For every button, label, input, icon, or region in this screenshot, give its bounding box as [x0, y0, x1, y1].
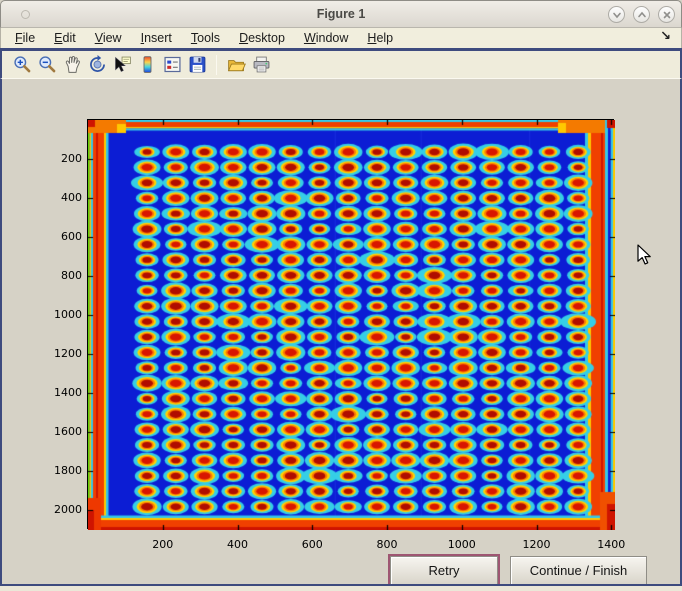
plot-axes[interactable]	[87, 119, 614, 529]
zoom-out-icon	[37, 54, 58, 75]
menu-desktop[interactable]: Desktop	[239, 31, 285, 45]
menu-help[interactable]: Help	[367, 31, 393, 45]
close-icon	[661, 9, 673, 21]
colorbar-icon	[137, 54, 158, 75]
menu-window[interactable]: Window	[304, 31, 348, 45]
data-cursor-icon	[112, 54, 133, 75]
y-tick-label: 1600	[46, 425, 82, 438]
save-figure-button[interactable]	[185, 53, 210, 77]
x-tick-label: 800	[367, 538, 407, 551]
open-file-button[interactable]	[224, 53, 249, 77]
figure-canvas: 200 400 600 800 1000 1200 1400 200 400 600 800 1000…	[0, 79, 682, 584]
print-figure-button[interactable]	[249, 53, 274, 77]
figure-window: Figure 1 File Edit View Insert	[0, 0, 682, 591]
data-cursor-button[interactable]	[110, 53, 135, 77]
menu-file[interactable]: File	[15, 31, 35, 45]
close-button[interactable]	[658, 6, 675, 23]
chevron-down-icon	[611, 9, 623, 21]
y-tick-label: 400	[46, 191, 82, 204]
menu-tools[interactable]: Tools	[191, 31, 220, 45]
zoom-in-button[interactable]	[10, 53, 35, 77]
menu-view[interactable]: View	[95, 31, 122, 45]
titlebar[interactable]: Figure 1	[0, 0, 682, 28]
dock-figure-icon[interactable]: ↘	[660, 29, 671, 44]
x-tick-label: 200	[143, 538, 183, 551]
y-tick-label: 800	[46, 269, 82, 282]
heatmap-image[interactable]	[88, 120, 615, 530]
x-tick-label: 1200	[517, 538, 557, 551]
toolbar-separator	[216, 55, 217, 75]
mouse-cursor	[637, 244, 651, 265]
menubar: File Edit View Insert Tools Desktop Wind…	[0, 28, 682, 48]
window-bottom-strip	[0, 586, 682, 591]
x-tick-label: 1400	[591, 538, 631, 551]
y-tick-label: 1400	[46, 386, 82, 399]
toolbar	[0, 51, 682, 79]
menu-edit[interactable]: Edit	[54, 31, 76, 45]
open-folder-icon	[226, 54, 247, 75]
y-tick-label: 1200	[46, 347, 82, 360]
pan-button[interactable]	[60, 53, 85, 77]
pan-hand-icon	[62, 54, 83, 75]
window-title: Figure 1	[1, 7, 681, 21]
insert-colorbar-button[interactable]	[135, 53, 160, 77]
x-tick-label: 400	[218, 538, 258, 551]
y-tick-label: 2000	[46, 503, 82, 516]
legend-icon	[162, 54, 183, 75]
retry-button[interactable]: Retry	[390, 556, 498, 585]
x-tick-label: 1000	[442, 538, 482, 551]
insert-legend-button[interactable]	[160, 53, 185, 77]
print-icon	[251, 54, 272, 75]
menu-insert[interactable]: Insert	[141, 31, 172, 45]
minimize-button[interactable]	[608, 6, 625, 23]
maximize-button[interactable]	[633, 6, 650, 23]
zoom-in-icon	[12, 54, 33, 75]
rotate-3d-icon	[87, 54, 108, 75]
y-tick-label: 200	[46, 152, 82, 165]
x-tick-label: 600	[292, 538, 332, 551]
zoom-out-button[interactable]	[35, 53, 60, 77]
window-controls	[608, 6, 675, 23]
y-tick-label: 1800	[46, 464, 82, 477]
continue-finish-button[interactable]: Continue / Finish	[510, 556, 647, 585]
chevron-up-icon	[636, 9, 648, 21]
y-tick-label: 1000	[46, 308, 82, 321]
save-icon	[187, 54, 208, 75]
y-tick-label: 600	[46, 230, 82, 243]
rotate-3d-button[interactable]	[85, 53, 110, 77]
